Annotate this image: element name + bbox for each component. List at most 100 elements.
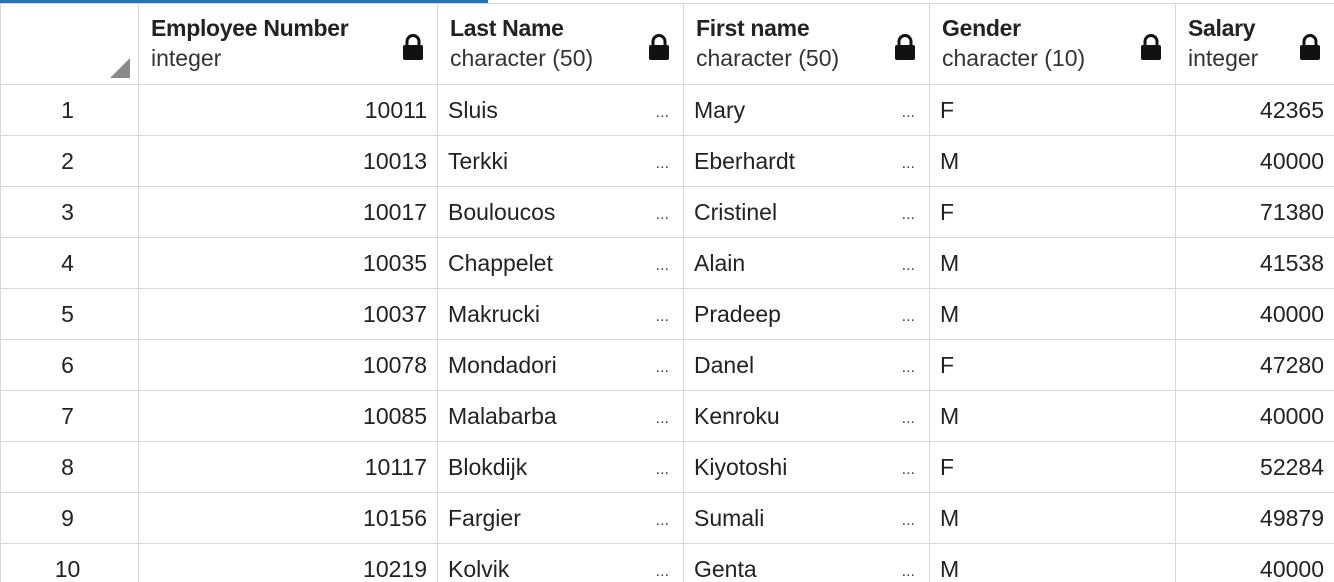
cell-first-name[interactable]: Genta... [683, 543, 930, 582]
cell-gender[interactable]: F [929, 186, 1176, 238]
select-all-corner[interactable] [0, 3, 139, 85]
cell-employee-number[interactable]: 10017 [138, 186, 438, 238]
cell-gender[interactable]: M [929, 543, 1176, 582]
cell-last-name[interactable]: Chappelet... [437, 237, 684, 289]
cell-employee-number[interactable]: 10035 [138, 237, 438, 289]
cell-gender[interactable]: M [929, 288, 1176, 340]
expand-button[interactable]: ... [902, 86, 915, 135]
cell-salary[interactable]: 49879 [1175, 492, 1334, 544]
expand-button[interactable]: ... [902, 494, 915, 543]
expand-button[interactable]: ... [656, 443, 669, 492]
expand-button[interactable]: ... [902, 239, 915, 288]
expand-button[interactable]: ... [902, 137, 915, 186]
cell-employee-number[interactable]: 10156 [138, 492, 438, 544]
row-number[interactable]: 10 [0, 543, 139, 582]
expand-button[interactable]: ... [656, 86, 669, 135]
cell-last-name[interactable]: Makrucki... [437, 288, 684, 340]
expand-button[interactable]: ... [656, 137, 669, 186]
expand-button[interactable]: ... [902, 545, 915, 582]
cell-gender[interactable]: F [929, 441, 1176, 493]
table-row[interactable]: 4 10035 Chappelet... Alain... M 41538 [0, 237, 1334, 289]
cell-value: Cristinel [694, 199, 778, 225]
table-row[interactable]: 3 10017 Bouloucos... Cristinel... F 7138… [0, 186, 1334, 238]
cell-salary[interactable]: 40000 [1175, 135, 1334, 187]
expand-button[interactable]: ... [902, 443, 915, 492]
column-type: integer [151, 45, 222, 71]
table-row[interactable]: 10 10219 Kolvik... Genta... M 40000 [0, 543, 1334, 582]
row-number[interactable]: 3 [0, 186, 139, 238]
cell-gender[interactable]: M [929, 390, 1176, 442]
row-number[interactable]: 4 [0, 237, 139, 289]
cell-salary[interactable]: 71380 [1175, 186, 1334, 238]
cell-salary[interactable]: 40000 [1175, 543, 1334, 582]
cell-gender[interactable]: M [929, 135, 1176, 187]
cell-gender[interactable]: M [929, 492, 1176, 544]
expand-button[interactable]: ... [656, 188, 669, 237]
cell-last-name[interactable]: Malabarba... [437, 390, 684, 442]
column-header-first-name[interactable]: First name character (50) [683, 3, 930, 85]
cell-last-name[interactable]: Bouloucos... [437, 186, 684, 238]
expand-button[interactable]: ... [902, 290, 915, 339]
row-number[interactable]: 8 [0, 441, 139, 493]
expand-button[interactable]: ... [656, 341, 669, 390]
cell-employee-number[interactable]: 10117 [138, 441, 438, 493]
column-header-last-name[interactable]: Last Name character (50) [437, 3, 684, 85]
column-header-salary[interactable]: Salary integer [1175, 3, 1334, 85]
table-row[interactable]: 8 10117 Blokdijk... Kiyotoshi... F 52284 [0, 441, 1334, 493]
column-header-employee-number[interactable]: Employee Number integer [138, 3, 438, 85]
cell-gender[interactable]: F [929, 84, 1176, 136]
cell-gender[interactable]: F [929, 339, 1176, 391]
table-row[interactable]: 2 10013 Terkki... Eberhardt... M 40000 [0, 135, 1334, 187]
table-row[interactable]: 1 10011 Sluis... Mary... F 42365 [0, 84, 1334, 136]
expand-button[interactable]: ... [656, 290, 669, 339]
cell-gender[interactable]: M [929, 237, 1176, 289]
row-number[interactable]: 2 [0, 135, 139, 187]
row-number[interactable]: 5 [0, 288, 139, 340]
expand-button[interactable]: ... [656, 239, 669, 288]
row-number[interactable]: 7 [0, 390, 139, 442]
cell-employee-number[interactable]: 10219 [138, 543, 438, 582]
cell-salary[interactable]: 40000 [1175, 390, 1334, 442]
cell-value: Genta [694, 556, 757, 582]
cell-employee-number[interactable]: 10013 [138, 135, 438, 187]
cell-first-name[interactable]: Mary... [683, 84, 930, 136]
cell-employee-number[interactable]: 10085 [138, 390, 438, 442]
cell-salary[interactable]: 52284 [1175, 441, 1334, 493]
cell-first-name[interactable]: Pradeep... [683, 288, 930, 340]
expand-button[interactable]: ... [902, 392, 915, 441]
cell-employee-number[interactable]: 10078 [138, 339, 438, 391]
row-number[interactable]: 1 [0, 84, 139, 136]
cell-first-name[interactable]: Eberhardt... [683, 135, 930, 187]
cell-last-name[interactable]: Fargier... [437, 492, 684, 544]
table-row[interactable]: 5 10037 Makrucki... Pradeep... M 40000 [0, 288, 1334, 340]
cell-salary[interactable]: 47280 [1175, 339, 1334, 391]
cell-first-name[interactable]: Alain... [683, 237, 930, 289]
expand-button[interactable]: ... [902, 188, 915, 237]
expand-button[interactable]: ... [656, 494, 669, 543]
cell-last-name[interactable]: Sluis... [437, 84, 684, 136]
cell-last-name[interactable]: Kolvik... [437, 543, 684, 582]
cell-first-name[interactable]: Sumali... [683, 492, 930, 544]
table-row[interactable]: 7 10085 Malabarba... Kenroku... M 40000 [0, 390, 1334, 442]
cell-first-name[interactable]: Kiyotoshi... [683, 441, 930, 493]
cell-employee-number[interactable]: 10011 [138, 84, 438, 136]
cell-last-name[interactable]: Mondadori... [437, 339, 684, 391]
column-header-gender[interactable]: Gender character (10) [929, 3, 1176, 85]
cell-first-name[interactable]: Cristinel... [683, 186, 930, 238]
cell-salary[interactable]: 41538 [1175, 237, 1334, 289]
lock-icon [895, 34, 915, 60]
cell-salary[interactable]: 40000 [1175, 288, 1334, 340]
row-number[interactable]: 9 [0, 492, 139, 544]
table-row[interactable]: 9 10156 Fargier... Sumali... M 49879 [0, 492, 1334, 544]
cell-first-name[interactable]: Kenroku... [683, 390, 930, 442]
row-number[interactable]: 6 [0, 339, 139, 391]
cell-last-name[interactable]: Terkki... [437, 135, 684, 187]
cell-salary[interactable]: 42365 [1175, 84, 1334, 136]
expand-button[interactable]: ... [902, 341, 915, 390]
table-row[interactable]: 6 10078 Mondadori... Danel... F 47280 [0, 339, 1334, 391]
expand-button[interactable]: ... [656, 545, 669, 582]
cell-employee-number[interactable]: 10037 [138, 288, 438, 340]
cell-first-name[interactable]: Danel... [683, 339, 930, 391]
cell-last-name[interactable]: Blokdijk... [437, 441, 684, 493]
expand-button[interactable]: ... [656, 392, 669, 441]
